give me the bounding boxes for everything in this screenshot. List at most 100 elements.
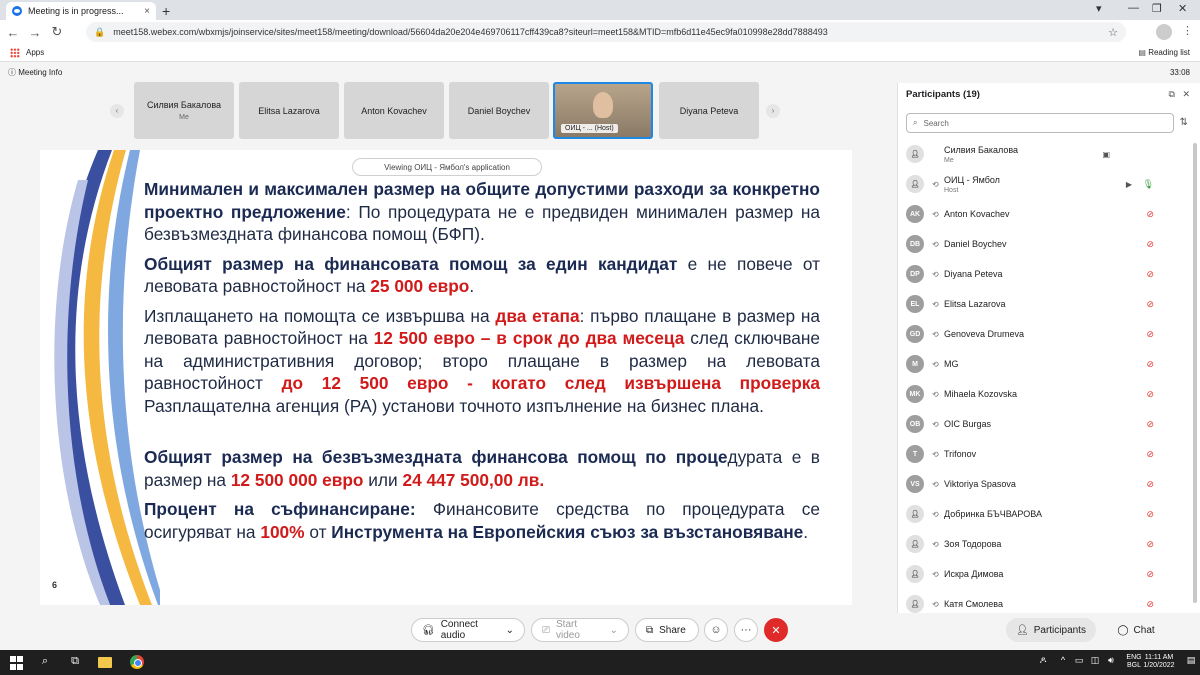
bookmark-star-icon[interactable]: ☆ <box>1108 26 1118 39</box>
microphone-muted-icon[interactable]: ⊘ <box>1146 389 1154 400</box>
participant-row[interactable]: MK ⟲ Mihaela Kozovska ⊘ <box>898 379 1188 409</box>
device-icon: ⟲ <box>932 599 939 609</box>
close-tab-icon[interactable]: × <box>144 6 150 17</box>
microphone-muted-icon[interactable]: ⊘ <box>1146 269 1154 280</box>
microphone-muted-icon[interactable]: ⊘ <box>1146 479 1154 490</box>
lock-icon[interactable]: 🔒 <box>94 27 105 38</box>
participant-row[interactable]: GD ⟲ Genoveva Drumeva ⊘ <box>898 319 1188 349</box>
microphone-muted-icon[interactable]: ⊘ <box>1146 329 1154 340</box>
profile-avatar-icon[interactable] <box>1156 24 1172 40</box>
address-bar[interactable]: 🔒 meet158.webex.com/wbxmjs/joinservice/s… <box>86 22 1126 42</box>
participant-row[interactable]: 👤︎ ⟲ Зоя Тодорова ⊘ <box>898 529 1188 559</box>
slide-paragraph: Процент на съфинансиране: Финансовите ср… <box>144 498 820 543</box>
browser-tab[interactable]: Meeting is in progress... × <box>6 2 156 20</box>
back-icon[interactable]: ← <box>2 25 24 40</box>
clock[interactable]: 11:11 AM 1/20/2022 <box>1134 654 1184 670</box>
chevron-up-icon[interactable]: ^ <box>1056 655 1070 669</box>
reading-list-button[interactable]: Reading list <box>1138 48 1190 57</box>
browser-menu-icon[interactable]: ⋮ <box>1182 24 1193 37</box>
reactions-button[interactable]: ☺ <box>704 618 728 642</box>
strip-prev-icon[interactable]: ‹ <box>110 104 124 118</box>
participant-row[interactable]: 👤︎ ⟲ Добринка БЪЧВАРОВА ⊘ <box>898 499 1188 529</box>
close-window-icon[interactable]: ✕ <box>1178 2 1187 15</box>
windows-start-icon[interactable] <box>10 656 24 670</box>
apps-bookmark[interactable]: Apps <box>26 48 44 57</box>
chrome-icon[interactable] <box>130 655 144 669</box>
video-tile[interactable]: Anton Kovachev <box>344 82 444 139</box>
chat-tab[interactable]: ◯ Chat <box>1106 618 1166 642</box>
chevron-down-icon[interactable]: ⌄ <box>610 625 618 636</box>
popout-icon[interactable]: ⧉ <box>1169 89 1175 99</box>
person-avatar-icon: 👤︎ <box>906 535 924 553</box>
microphone-muted-icon[interactable]: ⊘ <box>1146 599 1154 610</box>
video-tile[interactable]: Daniel Boychev <box>449 82 549 139</box>
participant-row[interactable]: T ⟲ Trifonov ⊘ <box>898 439 1188 469</box>
participant-row[interactable]: 👤︎ Силвия Бакалова Me ▣ <box>898 139 1188 169</box>
device-icon: ⟲ <box>932 479 939 489</box>
participant-row[interactable]: EL ⟲ Elitsa Lazarova ⊘ <box>898 289 1188 319</box>
viewing-application-label: Viewing ОИЦ - Ямбол's application <box>352 158 542 176</box>
person-avatar-icon: 👤︎ <box>906 565 924 583</box>
reload-icon[interactable]: ↻ <box>46 24 68 40</box>
search-icon[interactable]: ⌕ <box>38 655 52 669</box>
participants-scrollbar[interactable] <box>1193 143 1197 603</box>
connect-audio-button[interactable]: 🎧︎ Connect audio ⌄ <box>411 618 525 642</box>
video-tile[interactable]: Diyana Peteva <box>659 82 759 139</box>
microphone-muted-icon[interactable]: ⊘ <box>1146 509 1154 520</box>
microphone-icon[interactable]: 🎙︎ <box>1143 179 1154 190</box>
slide-paragraph: Минимален и максимален размер на общите … <box>144 178 820 246</box>
participant-name: Anton Kovachev <box>944 209 1010 219</box>
chevron-down-icon[interactable]: ⌄ <box>506 625 514 636</box>
participant-row[interactable]: M ⟲ MG ⊘ <box>898 349 1188 379</box>
microphone-muted-icon[interactable]: ⊘ <box>1146 419 1154 430</box>
microphone-muted-icon[interactable]: ⊘ <box>1146 539 1154 550</box>
microphone-muted-icon[interactable]: ⊘ <box>1146 449 1154 460</box>
participant-row[interactable]: AK ⟲ Anton Kovachev ⊘ <box>898 199 1188 229</box>
video-tile[interactable]: Силвия Бакалова Me <box>134 82 234 139</box>
participant-row[interactable]: DP ⟲ Diyana Peteva ⊘ <box>898 259 1188 289</box>
participant-row[interactable]: 👤︎ ⟲ Катя Смолева ⊘ <box>898 589 1188 613</box>
leave-meeting-button[interactable]: ✕ <box>764 618 788 642</box>
more-options-button[interactable]: ··· <box>734 618 758 642</box>
close-panel-icon[interactable]: ✕ <box>1182 89 1190 99</box>
network-icon[interactable]: ▭ <box>1072 655 1086 669</box>
participants-tab[interactable]: 👤︎ Participants <box>1006 618 1096 642</box>
host-video-tile[interactable]: ОИЦ - ... (Host) <box>553 82 653 139</box>
minimize-icon[interactable]: — <box>1128 2 1139 14</box>
meeting-info-button[interactable]: Meeting Info <box>8 67 62 78</box>
microphone-muted-icon[interactable]: ⊘ <box>1146 359 1154 370</box>
tile-sub: Me <box>179 114 189 121</box>
notifications-icon[interactable]: ▤ <box>1184 655 1198 669</box>
forward-icon[interactable]: → <box>24 25 46 40</box>
participant-row[interactable]: 👤︎ ⟲ ОИЦ - Ямбол Host ▶ 🎙︎ <box>898 169 1188 199</box>
volume-icon[interactable]: 🔊︎ <box>1104 655 1118 669</box>
participants-search-input[interactable]: ⌕ Search <box>906 113 1174 133</box>
participant-name: Добринка БЪЧВАРОВА <box>944 509 1042 519</box>
microphone-muted-icon[interactable]: ⊘ <box>1146 239 1154 250</box>
share-button[interactable]: ⧉ Share <box>635 618 699 642</box>
restore-icon[interactable]: ❐ <box>1152 2 1162 15</box>
video-tile[interactable]: Elitsa Lazarova <box>239 82 339 139</box>
participant-row[interactable]: DB ⟲ Daniel Boychev ⊘ <box>898 229 1188 259</box>
slide-page-number: 6 <box>52 580 58 590</box>
user-tray-icon[interactable]: ዶ <box>1036 655 1050 669</box>
participant-text: Diyana Peteva <box>944 269 1003 279</box>
sort-icon[interactable]: ⇅ <box>1180 117 1188 128</box>
start-video-button[interactable]: ⎚ Start video ⌄ <box>531 618 629 642</box>
battery-icon[interactable]: ◫ <box>1088 655 1102 669</box>
slide-red-text: 24 447 500,00 лв. <box>402 469 545 490</box>
microphone-muted-icon[interactable]: ⊘ <box>1146 299 1154 310</box>
participant-text: Искра Димова <box>944 569 1003 579</box>
microphone-muted-icon[interactable]: ⊘ <box>1146 209 1154 220</box>
new-tab-button[interactable]: + <box>162 3 170 19</box>
task-view-icon[interactable]: ⧉ <box>68 655 82 669</box>
strip-next-icon[interactable]: › <box>766 104 780 118</box>
tab-search-icon[interactable]: ▾ <box>1096 2 1102 15</box>
microphone-muted-icon[interactable]: ⊘ <box>1146 569 1154 580</box>
participant-row[interactable]: 👤︎ ⟲ Искра Димова ⊘ <box>898 559 1188 589</box>
tile-name: Anton Kovachev <box>361 105 427 116</box>
participant-name: Зоя Тодорова <box>944 539 1002 549</box>
participant-row[interactable]: OB ⟲ OIC Burgas ⊘ <box>898 409 1188 439</box>
file-explorer-icon[interactable] <box>98 657 112 668</box>
participant-row[interactable]: VS ⟲ Viktoriya Spasova ⊘ <box>898 469 1188 499</box>
